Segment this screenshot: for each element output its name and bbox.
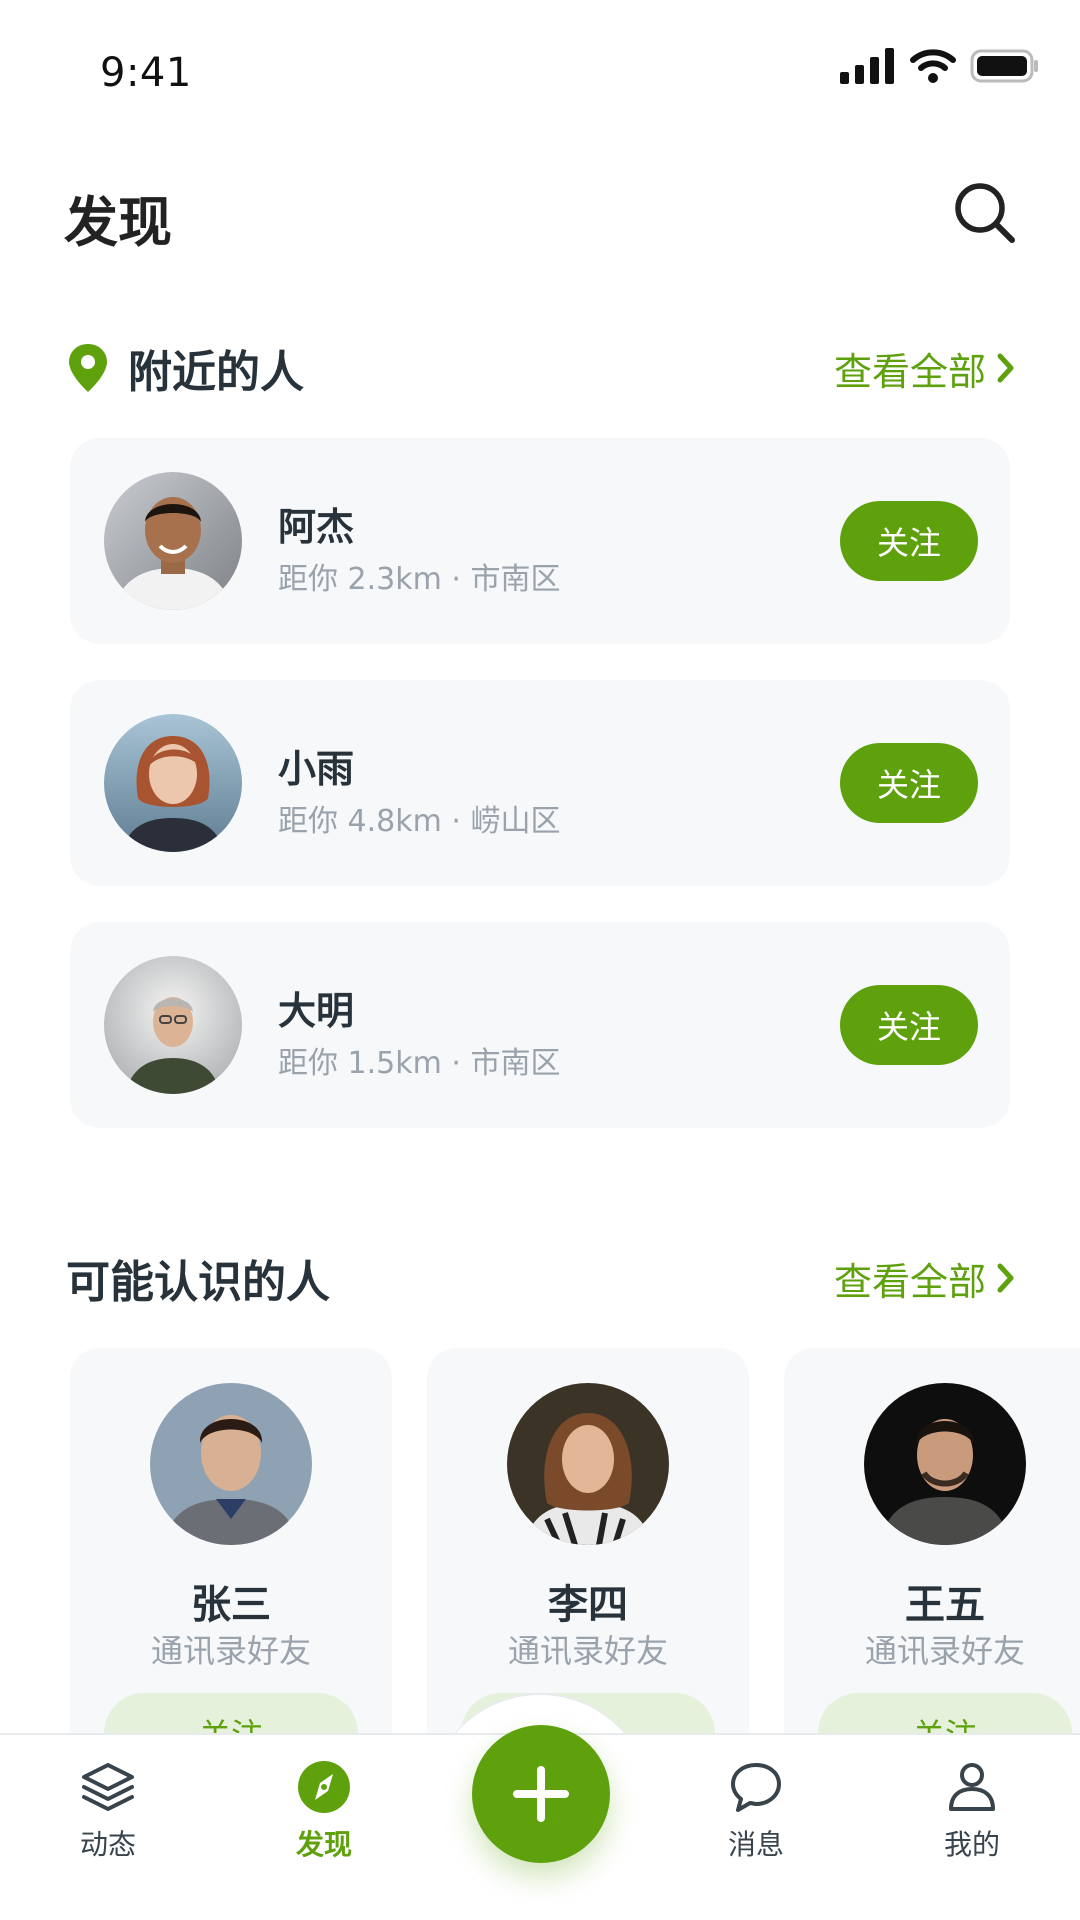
tab-discover[interactable]: 发现: [244, 1759, 404, 1863]
avatar: [150, 1383, 312, 1545]
layers-icon: [82, 1763, 134, 1811]
user-icon: [949, 1763, 995, 1811]
suggested-section-title: 可能认识的人: [66, 1257, 330, 1308]
nearby-see-all-link[interactable]: 查看全部: [834, 341, 1016, 396]
nearby-person-card[interactable]: 阿杰 距你 2.3km · 市南区 关注: [70, 438, 1010, 644]
search-icon: [955, 183, 1015, 243]
tab-profile[interactable]: 我的: [892, 1759, 1052, 1863]
suggested-person-card[interactable]: 张三 通讯录好友 关注: [70, 1348, 392, 1733]
suggested-people-carousel[interactable]: 张三 通讯录好友 关注 李四 通讯录好友 关注: [70, 1348, 1080, 1733]
cellular-signal-icon: [840, 48, 894, 84]
compass-icon: [298, 1761, 350, 1813]
chat-bubble-icon: [731, 1763, 781, 1812]
person-name: 李四: [548, 1582, 628, 1628]
avatar: [507, 1383, 669, 1545]
plus-icon: [513, 1766, 569, 1822]
avatar: [104, 956, 242, 1094]
follow-button[interactable]: 关注: [818, 1693, 1072, 1733]
follow-button[interactable]: 关注: [840, 743, 978, 823]
tab-label: 动态: [79, 1828, 136, 1861]
person-relation: 通讯录好友: [507, 1632, 668, 1670]
avatar: [104, 714, 242, 852]
search-button[interactable]: [952, 180, 1018, 246]
person-name: 阿杰: [278, 505, 355, 549]
nearby-person-card[interactable]: 大明 距你 1.5km · 市南区 关注: [70, 922, 1010, 1128]
suggested-person-card[interactable]: 李四 通讯录好友 关注: [427, 1348, 749, 1733]
status-time: 9:41: [100, 50, 192, 96]
person-relation: 通讯录好友: [150, 1632, 311, 1670]
tab-label: 我的: [943, 1828, 1000, 1861]
tab-messages[interactable]: 消息: [676, 1759, 836, 1863]
nearby-section-header: 附近的人 查看全部: [66, 333, 1016, 403]
avatar: [864, 1383, 1026, 1545]
person-name: 张三: [191, 1582, 271, 1628]
status-icons: [840, 48, 1040, 84]
person-distance: 距你 4.8km · 崂山区: [278, 804, 561, 839]
location-pin-icon: [69, 344, 107, 392]
person-name: 大明: [278, 989, 355, 1033]
suggested-title-group: 可能认识的人: [66, 1246, 330, 1310]
person-distance: 距你 1.5km · 市南区: [278, 1046, 561, 1081]
person-name: 小雨: [278, 747, 355, 791]
person-distance: 距你 2.3km · 市南区: [278, 562, 561, 597]
follow-button[interactable]: 关注: [104, 1693, 358, 1733]
create-post-button[interactable]: [472, 1725, 610, 1863]
tab-label: 发现: [295, 1828, 352, 1861]
suggested-section-header: 可能认识的人 查看全部: [66, 1243, 1016, 1313]
avatar: [104, 472, 242, 610]
chevron-right-icon: [997, 1263, 1014, 1293]
status-bar: 9:41: [0, 0, 1080, 150]
follow-button[interactable]: 关注: [840, 501, 978, 581]
see-all-label: 查看全部: [833, 349, 986, 394]
see-all-label: 查看全部: [833, 1259, 986, 1304]
tab-feed[interactable]: 动态: [28, 1759, 188, 1863]
wifi-icon: [910, 49, 956, 83]
nearby-title-group: 附近的人: [66, 336, 304, 400]
chevron-right-icon: [997, 353, 1014, 383]
suggested-see-all-link[interactable]: 查看全部: [834, 1251, 1016, 1306]
tab-label: 消息: [727, 1828, 784, 1861]
suggested-person-card[interactable]: 王五 通讯录好友 关注: [784, 1348, 1080, 1733]
nearby-person-card[interactable]: 小雨 距你 4.8km · 崂山区 关注: [70, 680, 1010, 886]
battery-icon: [970, 49, 1038, 83]
page-title: 发现: [64, 191, 172, 254]
person-name: 王五: [905, 1582, 985, 1628]
person-relation: 通讯录好友: [864, 1632, 1025, 1670]
nearby-section-title: 附近的人: [128, 347, 304, 398]
follow-button[interactable]: 关注: [840, 985, 978, 1065]
